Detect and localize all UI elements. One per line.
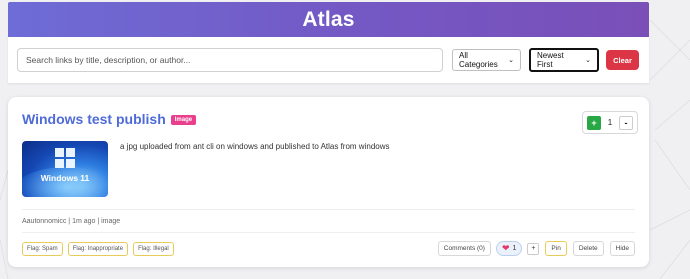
clear-button[interactable]: Clear (606, 50, 639, 70)
delete-button[interactable]: Delete (572, 241, 604, 256)
windows-logo-icon (55, 148, 75, 168)
heart-icon: ❤ (501, 243, 510, 253)
add-reaction-button[interactable]: + (527, 242, 540, 255)
post-description: a jpg uploaded from ant cli on windows a… (120, 142, 390, 151)
chevron-down-icon: ⌄ (508, 57, 514, 64)
post-title[interactable]: Windows test publish (22, 111, 166, 127)
vote-count: 1 (607, 118, 613, 127)
vote-widget: + 1 - (582, 111, 638, 134)
divider (22, 209, 635, 210)
app-header: Atlas (8, 2, 649, 37)
divider (22, 232, 635, 233)
comments-button[interactable]: Comments (0) (437, 241, 491, 256)
category-select[interactable]: All Categories ⌄ (452, 49, 521, 71)
post-card: Windows test publish Image + 1 - Windows… (8, 97, 649, 267)
sort-select[interactable]: Newest First ⌄ (529, 48, 599, 72)
upvote-button[interactable]: + (587, 115, 601, 130)
app-container: Atlas All Categories ⌄ Newest First ⌄ Cl… (8, 2, 649, 267)
pin-button[interactable]: Pin (545, 241, 567, 256)
thumbnail-caption: Windows 11 (40, 173, 90, 183)
app-title: Atlas (302, 7, 355, 31)
reaction-heart-button[interactable]: ❤ 1 (495, 241, 523, 256)
post-title-row: Windows test publish Image (22, 111, 635, 127)
category-select-value: All Categories (459, 51, 498, 69)
flag-illegal-button[interactable]: Flag: Illegal (133, 241, 174, 256)
search-input[interactable] (17, 48, 443, 72)
post-thumbnail[interactable]: Windows 11 (22, 141, 108, 197)
post-actions: Flag: Spam Flag: Inappropriate Flag: Ill… (22, 241, 635, 256)
post-content: Windows 11 a jpg uploaded from ant cli o… (22, 141, 635, 197)
search-panel: All Categories ⌄ Newest First ⌄ Clear (8, 37, 649, 83)
hide-button[interactable]: Hide (609, 241, 635, 256)
post-meta: Aautonnomicc | 1m ago | image (22, 218, 121, 225)
flag-spam-button[interactable]: Flag: Spam (22, 241, 63, 256)
downvote-button[interactable]: - (618, 115, 633, 130)
reaction-count: 1 (512, 245, 517, 252)
sort-select-value: Newest First (537, 51, 564, 69)
flag-inappropriate-button[interactable]: Flag: Inappropriate (67, 241, 129, 256)
category-badge: Image (170, 114, 197, 125)
chevron-down-icon: ⌄ (585, 57, 591, 64)
